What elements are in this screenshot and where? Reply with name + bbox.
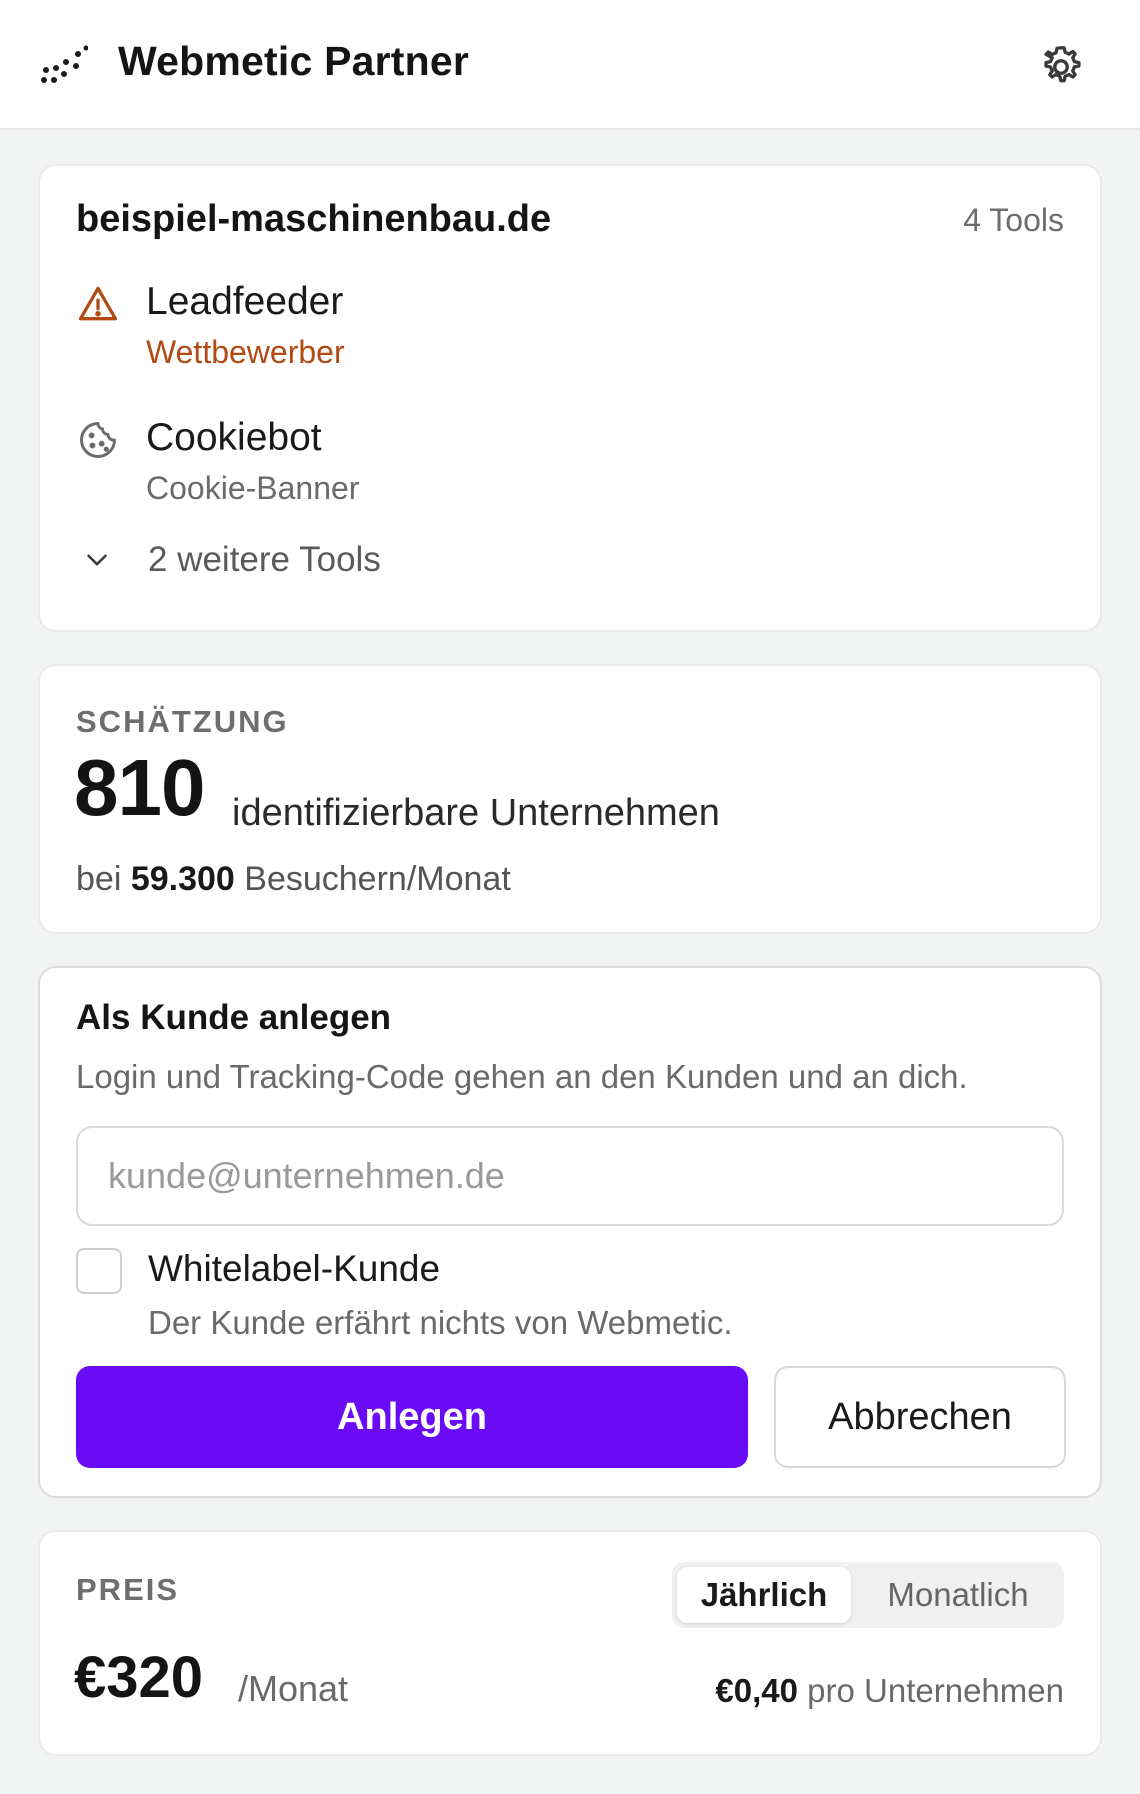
price-per-company: €0,40 pro Unternehmen [715,1672,1064,1710]
more-tools-toggle[interactable]: 2 weitere Tools [76,540,381,580]
site-tools-card: beispiel-maschinenbau.de 4 Tools Leadfee… [38,164,1102,632]
visits-prefix: bei [76,860,122,898]
billing-option-yearly[interactable]: Jährlich [677,1567,851,1623]
companies-count: 810 [74,743,205,832]
more-tools-label: 2 weitere Tools [148,540,381,579]
tool-name: Leadfeeder [146,280,344,323]
per-company-label: pro Unternehmen [807,1672,1064,1709]
billing-toggle: Jährlich Monatlich [672,1562,1064,1628]
visits-suffix: Besuchern/Monat [244,860,511,898]
cookie-icon [80,422,116,458]
warning-triangle-icon [78,286,118,321]
estimate-kicker: SCHÄTZUNG [76,704,289,739]
whitelabel-label: Whitelabel-Kunde [148,1248,441,1289]
cancel-button[interactable]: Abbrechen [774,1366,1066,1468]
per-company-value: €0,40 [715,1672,798,1709]
tool-category: Cookie-Banner [146,470,360,506]
chevron-down-icon [87,554,107,566]
email-field[interactable] [76,1126,1064,1226]
billing-option-monthly[interactable]: Monatlich [858,1567,1058,1623]
tool-count: 4 Tools [963,202,1064,238]
visits-line: bei 59.300 Besuchern/Monat [76,860,511,899]
app-title: Webmetic Partner [118,38,470,84]
gear-icon[interactable] [1036,42,1086,92]
tool-name: Cookiebot [146,416,322,459]
form-title: Als Kunde anlegen [76,998,392,1037]
whitelabel-description: Der Kunde erfährt nichts von Webmetic. [148,1304,733,1341]
form-description: Login und Tracking-Code gehen an den Kun… [76,1058,968,1095]
price-kicker: PREIS [76,1572,180,1607]
visits-value: 59.300 [130,860,235,898]
create-button[interactable]: Anlegen [76,1366,748,1468]
dot-grid-logo [41,45,88,83]
estimate-card: SCHÄTZUNG 810 identifizierbare Unternehm… [38,664,1102,934]
site-domain: beispiel-maschinenbau.de [76,198,552,240]
tool-category: Wettbewerber [146,334,345,370]
price-amount: €320 [74,1645,204,1710]
companies-label: identifizierbare Unternehmen [232,792,720,834]
price-card: PREIS Jährlich Monatlich €320 /Monat €0,… [38,1530,1102,1756]
app-header: Webmetic Partner [0,0,1140,130]
create-customer-form: Als Kunde anlegen Login und Tracking-Cod… [38,966,1102,1498]
whitelabel-checkbox[interactable] [76,1248,122,1294]
price-unit: /Monat [238,1668,349,1709]
